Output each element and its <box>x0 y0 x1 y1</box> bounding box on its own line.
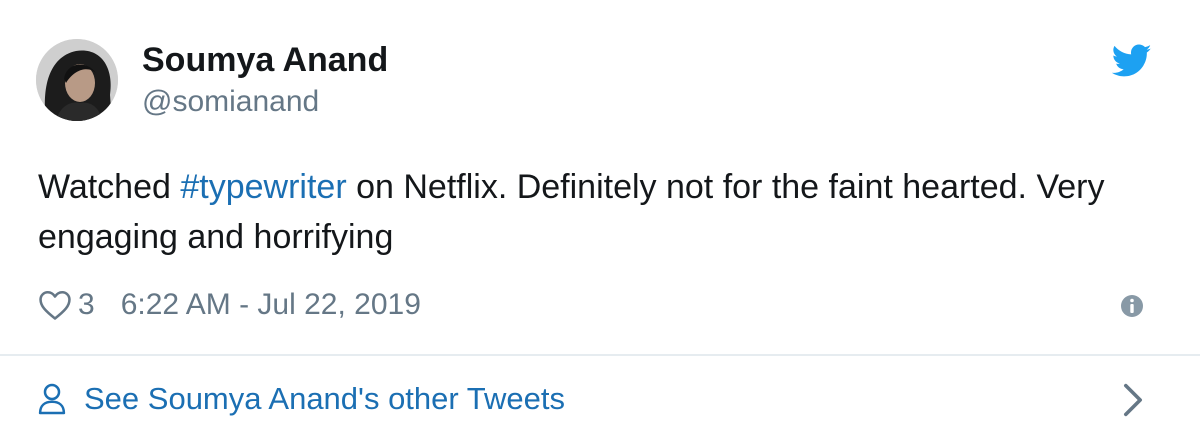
avatar[interactable] <box>36 39 118 121</box>
heart-icon[interactable] <box>38 289 72 321</box>
chevron-right-icon[interactable] <box>1122 382 1144 418</box>
tweet-meta: 3 6:22 AM - Jul 22, 2019 <box>38 285 421 325</box>
tweet-timestamp[interactable]: 6:22 AM - Jul 22, 2019 <box>121 288 421 322</box>
display-name[interactable]: Soumya Anand <box>142 38 388 82</box>
tweet-text: Watched #typewriter on Netflix. Definite… <box>38 162 1158 262</box>
other-tweets-label[interactable]: See Soumya Anand's other Tweets <box>84 381 565 417</box>
tweet-card: Soumya Anand @somianand Watched #typewri… <box>0 0 1200 436</box>
tweet-header: Soumya Anand @somianand <box>36 38 388 122</box>
info-icon[interactable] <box>1120 294 1144 318</box>
other-tweets-link[interactable]: See Soumya Anand's other Tweets <box>38 376 565 422</box>
person-icon <box>38 383 66 415</box>
user-names: Soumya Anand @somianand <box>142 38 388 122</box>
twitter-bird-icon[interactable] <box>1112 44 1152 78</box>
tweet-text-before: Watched <box>38 168 181 206</box>
divider <box>0 354 1200 356</box>
hashtag-link[interactable]: #typewriter <box>180 168 346 206</box>
user-handle[interactable]: @somianand <box>142 82 388 122</box>
like-count[interactable]: 3 <box>78 288 95 322</box>
avatar-image <box>36 39 118 121</box>
